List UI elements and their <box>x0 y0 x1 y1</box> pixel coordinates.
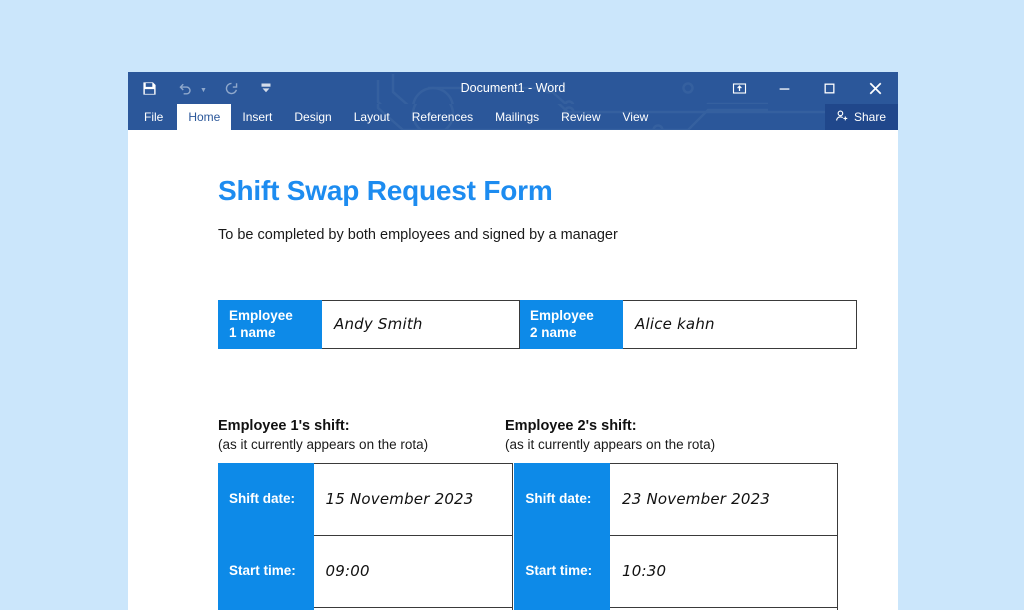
shift-2-date-value: 23 November 2023 <box>622 489 771 508</box>
employee-2-name-field[interactable]: Alice kahn <box>622 300 857 350</box>
shift-section-headings: Employee 1's shift: (as it currently app… <box>218 417 838 453</box>
employee-2-name-label-line2: 2 name <box>530 324 577 340</box>
table-row: Start time: 09:00 <box>218 534 514 608</box>
shift-2-subheading: (as it currently appears on the rota) <box>505 436 716 452</box>
customize-quick-access-icon[interactable] <box>257 76 275 100</box>
page-subtitle: To be completed by both employees and si… <box>218 226 618 243</box>
ribbon-tab-strip: File Home Insert Design Layout Reference… <box>128 104 898 130</box>
tab-design[interactable]: Design <box>283 104 342 130</box>
share-label: Share <box>853 110 886 124</box>
shift-2-heading: Employee 2's shift: <box>505 418 637 435</box>
table-row: Shift date: 15 November 2023 <box>218 462 514 536</box>
share-button[interactable]: Share <box>824 104 898 130</box>
employee-1-name-field[interactable]: Andy Smith <box>321 300 520 350</box>
employee-1-name-label-line1: Employee <box>229 308 293 324</box>
save-icon[interactable] <box>138 76 160 100</box>
tab-view[interactable]: View <box>612 104 660 130</box>
shift-2-table: Shift date: 23 November 2023 Start time:… <box>514 462 838 610</box>
employee-1-name-value: Andy Smith <box>334 315 423 334</box>
ribbon-display-options-button[interactable] <box>717 72 762 104</box>
shift-2-start-label: Start time: <box>514 534 611 608</box>
shift-detail-tables: Shift date: 15 November 2023 Start time:… <box>218 462 838 610</box>
document-canvas[interactable]: Shift Swap Request Form To be completed … <box>128 130 898 610</box>
window-controls <box>717 72 898 104</box>
word-application-window: ▼ Document1 - Word File Home Insert Desi… <box>128 72 898 610</box>
undo-icon[interactable] <box>174 76 196 100</box>
quick-access-toolbar: ▼ <box>138 72 275 104</box>
tab-insert[interactable]: Insert <box>231 104 283 130</box>
minimize-button[interactable] <box>762 72 807 104</box>
page-title: Shift Swap Request Form <box>218 175 553 206</box>
shift-1-heading: Employee 1's shift: <box>218 418 350 435</box>
employee-1-name-label-line2: 1 name <box>229 324 276 340</box>
shift-1-table: Shift date: 15 November 2023 Start time:… <box>218 462 514 610</box>
shift-1-start-value: 09:00 <box>325 561 370 580</box>
table-row: Shift date: 23 November 2023 <box>514 462 838 536</box>
title-bar: ▼ Document1 - Word <box>128 72 898 104</box>
shift-1-heading-block: Employee 1's shift: (as it currently app… <box>218 417 505 453</box>
employee-2-name-label: Employee 2 name <box>519 300 623 350</box>
shift-1-date-value: 15 November 2023 <box>325 489 474 508</box>
document-page: Shift Swap Request Form To be completed … <box>128 130 898 610</box>
shift-1-subheading: (as it currently appears on the rota) <box>218 436 429 452</box>
table-row: Employee 1 name Andy Smith Employee 2 na… <box>218 300 857 350</box>
shift-1-date-field[interactable]: 15 November 2023 <box>312 462 514 536</box>
shift-2-date-label: Shift date: <box>514 462 611 536</box>
tab-file[interactable]: File <box>128 104 177 130</box>
tab-home[interactable]: Home <box>177 104 232 130</box>
restore-button[interactable] <box>807 72 852 104</box>
share-person-icon <box>835 109 849 126</box>
close-button[interactable] <box>852 72 898 104</box>
shift-2-start-field[interactable]: 10:30 <box>609 534 838 608</box>
redo-icon[interactable] <box>221 76 243 100</box>
tab-layout[interactable]: Layout <box>343 104 401 130</box>
shift-1-start-label: Start time: <box>218 534 314 608</box>
employee-2-name-value: Alice kahn <box>635 315 715 334</box>
tab-references[interactable]: References <box>401 104 484 130</box>
shift-1-date-label: Shift date: <box>218 462 314 536</box>
tab-mailings[interactable]: Mailings <box>484 104 550 130</box>
employee-2-name-label-line1: Employee <box>530 308 594 324</box>
tab-review[interactable]: Review <box>550 104 611 130</box>
shift-2-start-value: 10:30 <box>622 561 667 580</box>
shift-2-date-field[interactable]: 23 November 2023 <box>609 462 838 536</box>
shift-2-heading-block: Employee 2's shift: (as it currently app… <box>505 417 792 453</box>
undo-dropdown-icon[interactable]: ▼ <box>200 83 207 94</box>
employee-1-name-label: Employee 1 name <box>218 300 322 350</box>
employee-names-table: Employee 1 name Andy Smith Employee 2 na… <box>218 300 857 350</box>
table-row: Start time: 10:30 <box>514 534 838 608</box>
shift-1-start-field[interactable]: 09:00 <box>312 534 514 608</box>
